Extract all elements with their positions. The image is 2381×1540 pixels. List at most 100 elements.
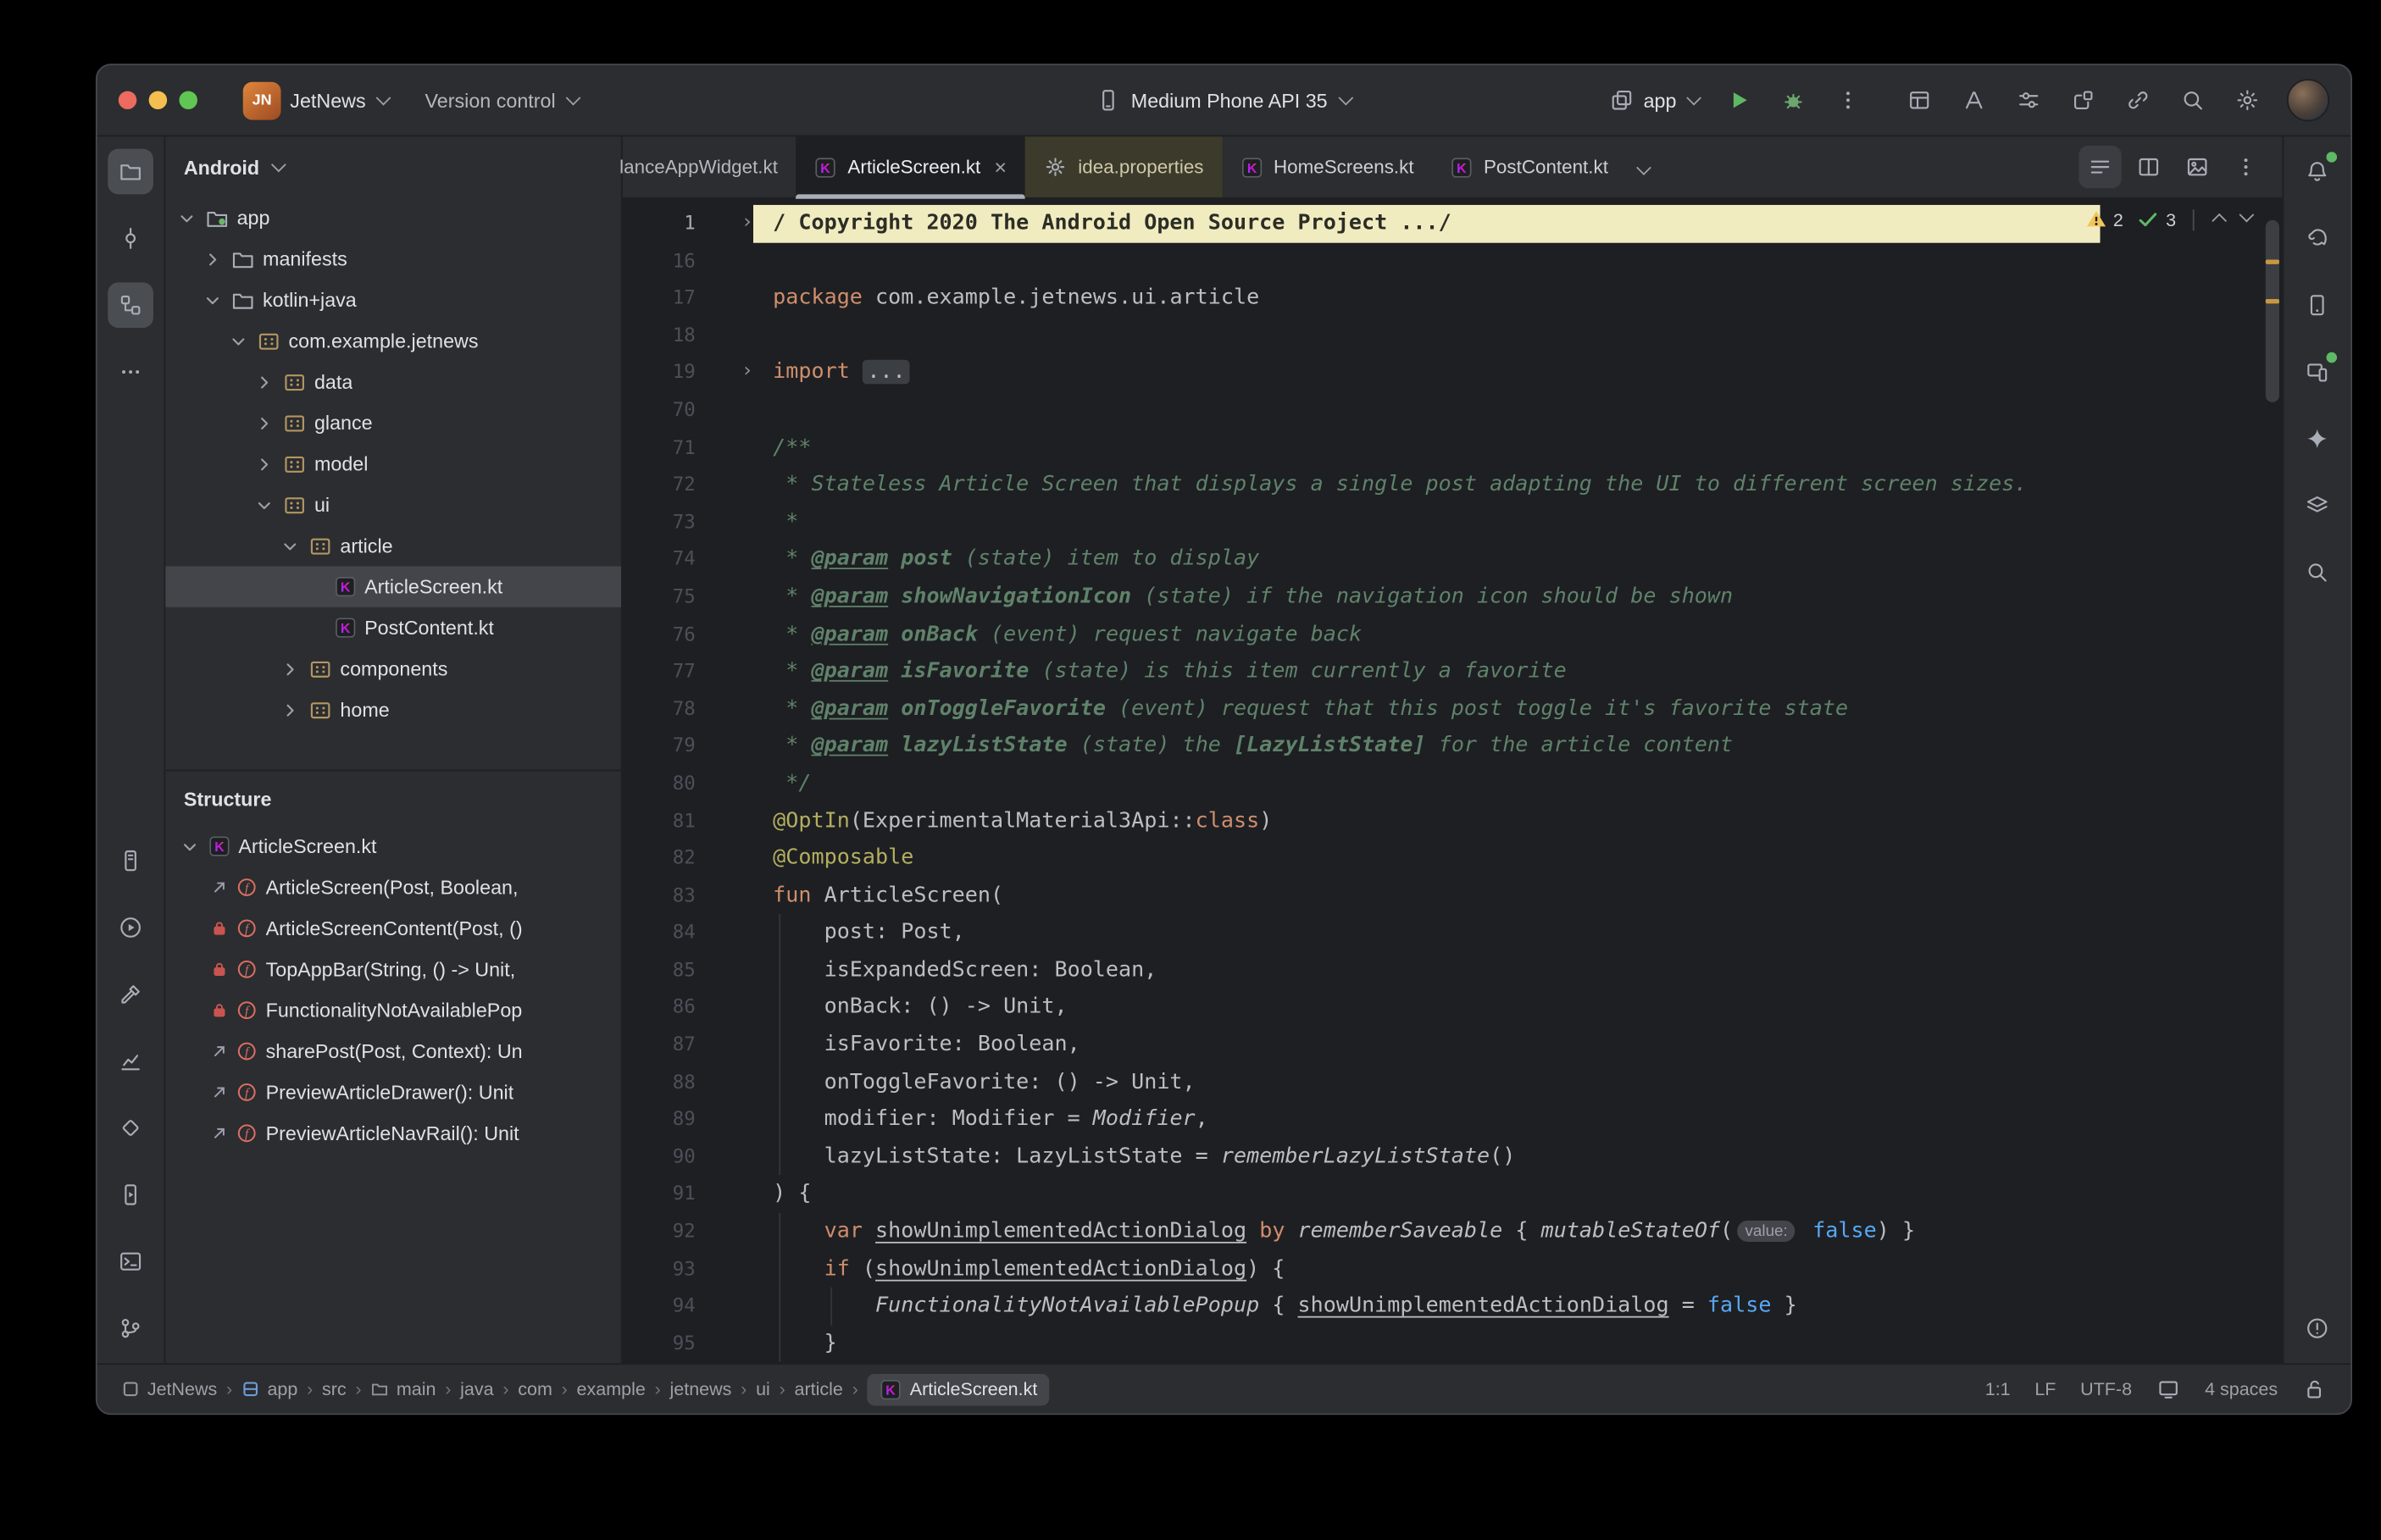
more-horizontal-button[interactable] — [108, 349, 153, 395]
code-line[interactable]: 89 modifier: Modifier = Modifier, — [623, 1100, 2283, 1138]
more-vertical-button[interactable] — [2224, 146, 2267, 188]
breadcrumb-item[interactable]: main — [370, 1378, 436, 1399]
avatar[interactable] — [2286, 79, 2330, 122]
structure-tree-item[interactable]: f PreviewArticleDrawer(): Unit — [165, 1072, 621, 1112]
breadcrumb-item[interactable]: java — [460, 1378, 493, 1399]
editor-tab[interactable]: K ArticleScreen.kt × — [796, 136, 1025, 199]
notifications-button[interactable] — [2295, 149, 2340, 195]
code-line[interactable]: 81 @OptIn(ExperimentalMaterial3Api::class… — [623, 802, 2283, 839]
search-button[interactable] — [2173, 80, 2212, 120]
chevron-down-icon[interactable] — [278, 537, 301, 556]
run-button[interactable] — [1719, 80, 1759, 120]
breadcrumb-item[interactable]: jetnews — [670, 1378, 732, 1399]
project-tree-item[interactable]: com.example.jetnews — [165, 320, 621, 361]
chevron-right-icon[interactable] — [201, 250, 224, 269]
commit-button[interactable] — [108, 215, 153, 261]
code-line[interactable]: 18 — [623, 317, 2283, 354]
chevron-down-icon[interactable] — [178, 837, 201, 856]
link-button[interactable] — [2118, 80, 2158, 120]
chevron-down-icon[interactable] — [201, 291, 224, 309]
structure-tree-item[interactable]: f sharePost(Post, Context): Un — [165, 1031, 621, 1072]
run-configuration-selector[interactable]: app — [1610, 88, 1701, 113]
chevron-right-icon[interactable] — [278, 701, 301, 719]
project-tree-item[interactable]: data — [165, 362, 621, 402]
zoom-window-button[interactable] — [179, 91, 197, 110]
device-explorer-button[interactable] — [108, 838, 153, 884]
build-button[interactable] — [108, 972, 153, 1017]
project-tree-item[interactable]: model — [165, 443, 621, 484]
gradle-button[interactable] — [2295, 215, 2340, 261]
close-tab-icon[interactable]: × — [994, 157, 1007, 178]
code-line[interactable]: 1 › / Copyright 2020 The Android Open Sour… — [622, 204, 2283, 243]
minimize-window-button[interactable] — [148, 91, 168, 110]
chevron-down-icon[interactable] — [252, 496, 275, 514]
code-line[interactable]: 78 * @param onToggleFavorite (event) req… — [623, 690, 2283, 728]
project-tree-item[interactable]: ui — [165, 485, 621, 525]
editor-tab[interactable]: idea.properties — [1024, 136, 1223, 197]
structure-tree-item[interactable]: f ArticleScreen(Post, Boolean, — [165, 867, 621, 907]
warning-stripe-mark[interactable] — [2265, 259, 2279, 264]
code-line[interactable]: 71 /** — [623, 429, 2283, 466]
breadcrumb-item[interactable]: app — [241, 1378, 297, 1399]
layout-inspector-button[interactable] — [1900, 80, 1940, 120]
code-line[interactable]: 17 package com.example.jetnews.ui.article — [623, 280, 2283, 317]
editor-tab[interactable]: K PostContent.kt — [1432, 136, 1626, 197]
code-line[interactable]: 76 * @param onBack (event) request navig… — [623, 616, 2283, 653]
warning-stripe-mark[interactable] — [2265, 299, 2279, 304]
chevron-down-icon[interactable] — [226, 332, 249, 351]
editor-scrollbar-thumb[interactable] — [2265, 219, 2279, 402]
project-tree-item[interactable]: K PostContent.kt — [165, 607, 621, 648]
code-line[interactable]: 75 * @param showNavigationIcon (state) i… — [623, 579, 2283, 616]
close-window-button[interactable] — [118, 91, 137, 110]
code-line[interactable]: 86 onBack: () -> Unit, — [623, 989, 2283, 1027]
chevron-down-icon[interactable] — [175, 208, 197, 227]
file-writable-widget[interactable] — [2302, 1377, 2327, 1401]
code-line[interactable]: 74 * @param post (state) item to display — [623, 541, 2283, 579]
file-encoding-widget[interactable]: UTF-8 — [2080, 1378, 2132, 1399]
structure-tree-item[interactable]: f FunctionalityNotAvailablePop — [165, 989, 621, 1030]
fold-marker-icon[interactable]: › — [702, 205, 773, 242]
breadcrumb-item[interactable]: article — [795, 1378, 843, 1399]
app-insights-button[interactable] — [108, 1105, 153, 1151]
project-tree-item[interactable]: components — [165, 648, 621, 689]
code-line[interactable]: 91) { — [623, 1176, 2283, 1213]
project-tree-item[interactable]: K ArticleScreen.kt — [165, 566, 621, 607]
settings-button[interactable] — [2228, 80, 2267, 120]
caret-position-widget[interactable]: 1:1 — [1985, 1378, 2011, 1399]
editor-tab[interactable]: K HomeScreens.kt — [1222, 136, 1432, 197]
structure-tree-item[interactable]: f ArticleScreenContent(Post, () — [165, 908, 621, 949]
previous-issue-chevron-icon[interactable] — [2212, 213, 2228, 229]
code-line[interactable]: 90 lazyListState: LazyListState = rememb… — [623, 1138, 2283, 1176]
display-settings-button[interactable] — [2009, 80, 2049, 120]
code-line[interactable]: 19 › import ... — [623, 354, 2283, 391]
more-vertical-button[interactable] — [1829, 80, 1868, 120]
code-editor[interactable]: 1 › / Copyright 2020 The Android Open Sour… — [622, 199, 2283, 1364]
code-line[interactable]: 72 * Stateless Article Screen that displ… — [623, 466, 2283, 503]
code-line[interactable]: 85 isExpandedScreen: Boolean, — [623, 951, 2283, 989]
breadcrumb-item[interactable]: com — [518, 1378, 552, 1399]
code-line[interactable]: 87 isFavorite: Boolean, — [623, 1026, 2283, 1064]
breadcrumb-item[interactable]: src — [322, 1378, 347, 1399]
project-tree-item[interactable]: app — [165, 197, 621, 238]
fold-marker-icon[interactable]: › — [702, 354, 773, 391]
project-tree-item[interactable]: kotlin+java — [165, 280, 621, 320]
project-tree-item[interactable]: manifests — [165, 238, 621, 279]
code-line[interactable]: 92 var showUnimplementedActionDialog by … — [623, 1212, 2283, 1251]
editor-tab[interactable]: lanceAppWidget.kt — [602, 136, 796, 197]
code-line[interactable]: 94 FunctionalityNotAvailablePopup { show… — [623, 1288, 2283, 1326]
structure-button[interactable] — [108, 282, 154, 329]
project-tree-item[interactable]: home — [165, 690, 621, 730]
vcs-widget[interactable]: Version control — [425, 89, 581, 112]
code-line[interactable]: 88 onToggleFavorite: () -> Unit, — [623, 1063, 2283, 1101]
code-line[interactable]: 79 * @param lazyListState (state) the [L… — [623, 728, 2283, 765]
code-line[interactable]: 70 — [623, 391, 2283, 429]
breadcrumb-item[interactable]: JetNews — [121, 1378, 217, 1399]
indent-style-widget[interactable]: 4 spaces — [2205, 1378, 2278, 1399]
project-button[interactable] — [108, 148, 154, 195]
code-line[interactable]: 95 } — [623, 1325, 2283, 1363]
debug-button[interactable] — [1773, 80, 1813, 120]
next-issue-chevron-icon[interactable] — [2239, 207, 2255, 223]
breadcrumb-item[interactable]: example — [577, 1378, 646, 1399]
structure-tree-item[interactable]: K ArticleScreen.kt — [165, 826, 621, 867]
inspection-widget[interactable]: 2 3 — [2084, 207, 2255, 231]
